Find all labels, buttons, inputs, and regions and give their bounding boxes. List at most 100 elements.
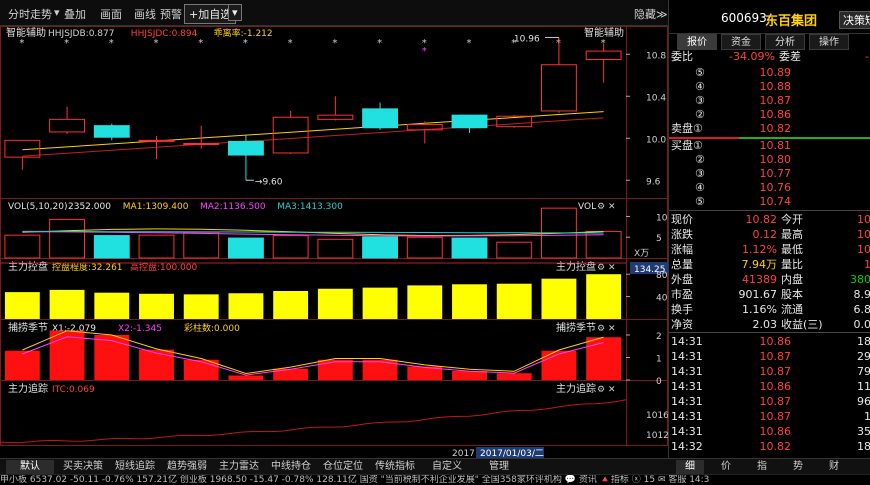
- bujie-bar[interactable]: [4, 350, 40, 380]
- zhuli-bar[interactable]: [362, 287, 398, 319]
- signal-star-magenta: *: [422, 46, 427, 57]
- trade-volume: 35: [857, 425, 870, 438]
- vol-bar[interactable]: [227, 237, 264, 259]
- signal-star: *: [198, 38, 203, 49]
- zhuli-bar[interactable]: [586, 274, 622, 319]
- draw-line-button[interactable]: 画线: [134, 6, 156, 22]
- candle-body[interactable]: [49, 118, 86, 133]
- overlay-button[interactable]: 叠加: [64, 6, 86, 22]
- quote-tab[interactable]: 报价: [677, 34, 717, 50]
- quote-value: 901.67: [738, 288, 778, 301]
- ask-level: ④: [695, 80, 705, 93]
- zhuli-right-label: 主力控盘: [556, 260, 596, 273]
- bujie-bar[interactable]: [94, 335, 130, 380]
- candle-body[interactable]: [93, 125, 130, 138]
- zhuli-bar[interactable]: [317, 288, 353, 319]
- quote-row: 涨跌 0.12 最高 10: [669, 228, 870, 242]
- watchlist-dropdown-icon[interactable]: ▾: [228, 4, 242, 21]
- indicator-tab[interactable]: 中线持仓: [266, 460, 316, 474]
- quote-value: 0.12: [752, 228, 778, 241]
- vol-bar[interactable]: [406, 236, 443, 259]
- vol-bar[interactable]: [138, 234, 175, 259]
- main-tick-label-2: 10.0: [646, 135, 666, 145]
- indicator-tab[interactable]: 自定义: [422, 460, 472, 474]
- indicator-tab[interactable]: 传统指标: [370, 460, 420, 474]
- fenshi-button[interactable]: 分时走势: [8, 6, 52, 22]
- quote-tab[interactable]: 分析: [765, 34, 805, 50]
- vol-bar[interactable]: [93, 235, 130, 259]
- indicator-tab[interactable]: 短线追踪: [110, 460, 160, 474]
- hide-button[interactable]: 隐藏≫: [634, 6, 668, 22]
- candle-body[interactable]: [272, 116, 309, 154]
- vol-right-label: VOL: [578, 202, 596, 212]
- zhuli-bar[interactable]: [452, 284, 487, 319]
- quote-value-2: 10: [857, 243, 870, 256]
- quote-bottom-tab[interactable]: 财: [820, 460, 848, 474]
- trade-volume: 18: [857, 335, 870, 348]
- indicator-tab[interactable]: 买卖决策: [58, 460, 108, 474]
- zhuli-bar[interactable]: [94, 292, 130, 319]
- trade-price: 10.86: [759, 425, 792, 438]
- quote-bottom-tab[interactable]: 指: [748, 460, 776, 474]
- vol-bar[interactable]: [451, 237, 488, 259]
- candle-body[interactable]: [540, 64, 577, 112]
- candle-body[interactable]: [317, 114, 354, 120]
- quote-bottom-tab[interactable]: 价: [712, 460, 740, 474]
- vol-bar[interactable]: [4, 234, 41, 259]
- quote-value: 1.16%: [742, 303, 777, 316]
- stock-header: 600693 东百集团 决策短: [669, 0, 870, 34]
- zhuli-bar[interactable]: [273, 291, 309, 319]
- zhuli-bar[interactable]: [496, 283, 532, 319]
- candle-body[interactable]: [585, 50, 622, 60]
- trade-volume: 79: [857, 365, 870, 378]
- canvas-button[interactable]: 画面: [100, 6, 122, 22]
- zhuli-bar[interactable]: [228, 293, 264, 319]
- bujie-bar[interactable]: [228, 375, 264, 381]
- indicator-tab[interactable]: 仓位定位: [318, 460, 368, 474]
- quote-bottom-tab[interactable]: 势: [784, 460, 812, 474]
- indicator-tab[interactable]: 主力雷达: [214, 460, 264, 474]
- zhuli-bar[interactable]: [4, 292, 40, 319]
- vol-bar[interactable]: [362, 236, 399, 259]
- zhuli-bar[interactable]: [407, 285, 443, 319]
- alert-button[interactable]: 预警: [160, 6, 182, 22]
- vol-bar[interactable]: [317, 238, 354, 259]
- indicator-tab[interactable]: 趋势强弱: [162, 460, 212, 474]
- ask-price: 10.89: [759, 66, 792, 79]
- candle-body[interactable]: [183, 143, 220, 145]
- candle-body[interactable]: [451, 114, 488, 129]
- quote-tab[interactable]: 资金: [721, 34, 761, 50]
- bujie-bar[interactable]: [586, 337, 622, 380]
- bujie-bar[interactable]: [541, 350, 577, 380]
- zhuli-bar[interactable]: [139, 293, 174, 319]
- candle-body[interactable]: [362, 108, 399, 129]
- bujie-bar[interactable]: [139, 349, 174, 380]
- quote-tabs: 报价 资金 分析 操作: [669, 34, 870, 50]
- settings-icon: ⚙: [597, 263, 605, 273]
- indicator-tab[interactable]: 默认: [6, 460, 54, 474]
- vol-bar[interactable]: [272, 235, 309, 259]
- quote-label: 总量: [671, 258, 693, 271]
- trade-volume: 96: [857, 395, 870, 408]
- decision-button[interactable]: 决策短: [839, 11, 870, 29]
- kline-chart-svg[interactable]: 智能辅助 HHJSJDB:0.877 HHJSJDC:0.894 乖离率:-1.212…: [0, 26, 670, 459]
- candle-body[interactable]: [227, 140, 264, 156]
- zhuli-bar[interactable]: [183, 294, 219, 319]
- bujie-bar[interactable]: [496, 373, 532, 380]
- vol-bar[interactable]: [585, 230, 622, 259]
- zhuli-bar[interactable]: [541, 278, 577, 319]
- quote-bottom-tab[interactable]: 细: [676, 460, 704, 474]
- indicator-tab[interactable]: 管理: [474, 460, 524, 474]
- bujie-bar[interactable]: [317, 359, 353, 380]
- candle-body[interactable]: [138, 139, 175, 142]
- vol-bar[interactable]: [183, 231, 220, 259]
- bujie-bar[interactable]: [452, 371, 487, 380]
- low-label: →9.60: [255, 177, 283, 187]
- weicha-value: -: [865, 50, 869, 63]
- quote-tab[interactable]: 操作: [809, 34, 849, 50]
- vol-bar[interactable]: [496, 241, 533, 259]
- vol-bar[interactable]: [49, 218, 86, 259]
- zhuli-bar[interactable]: [49, 289, 85, 319]
- close-icon: ✕: [608, 324, 616, 334]
- zhuizong-indicator-0: ITC:0.069: [52, 385, 95, 395]
